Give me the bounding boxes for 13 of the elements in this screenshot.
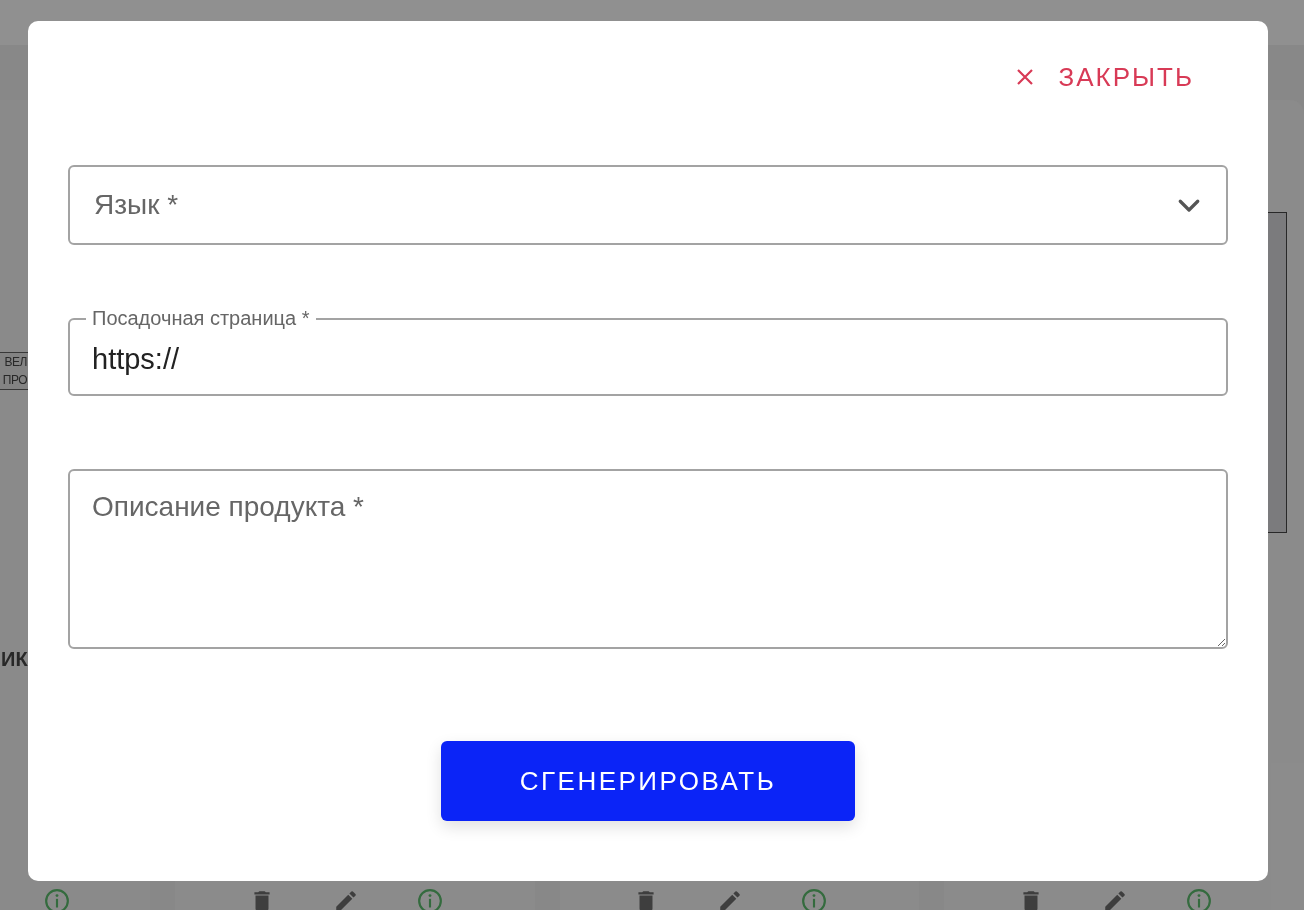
label-text: ПРО <box>2 372 27 389</box>
description-field[interactable]: Описание продукта * <box>68 469 1228 649</box>
generate-button[interactable]: СГЕНЕРИРОВАТЬ <box>441 741 855 821</box>
pencil-icon[interactable] <box>1102 888 1128 910</box>
info-icon[interactable] <box>1186 888 1212 910</box>
card-title: ИК <box>1 648 28 670</box>
close-icon <box>1014 67 1035 87</box>
info-icon[interactable] <box>801 888 828 910</box>
close-button[interactable]: ЗАКРЫТЬ <box>1014 61 1194 93</box>
info-icon[interactable] <box>416 888 443 910</box>
label-text: ВЕЛ <box>4 354 27 371</box>
language-select[interactable]: Язык * <box>68 165 1228 245</box>
info-icon[interactable] <box>43 888 70 910</box>
